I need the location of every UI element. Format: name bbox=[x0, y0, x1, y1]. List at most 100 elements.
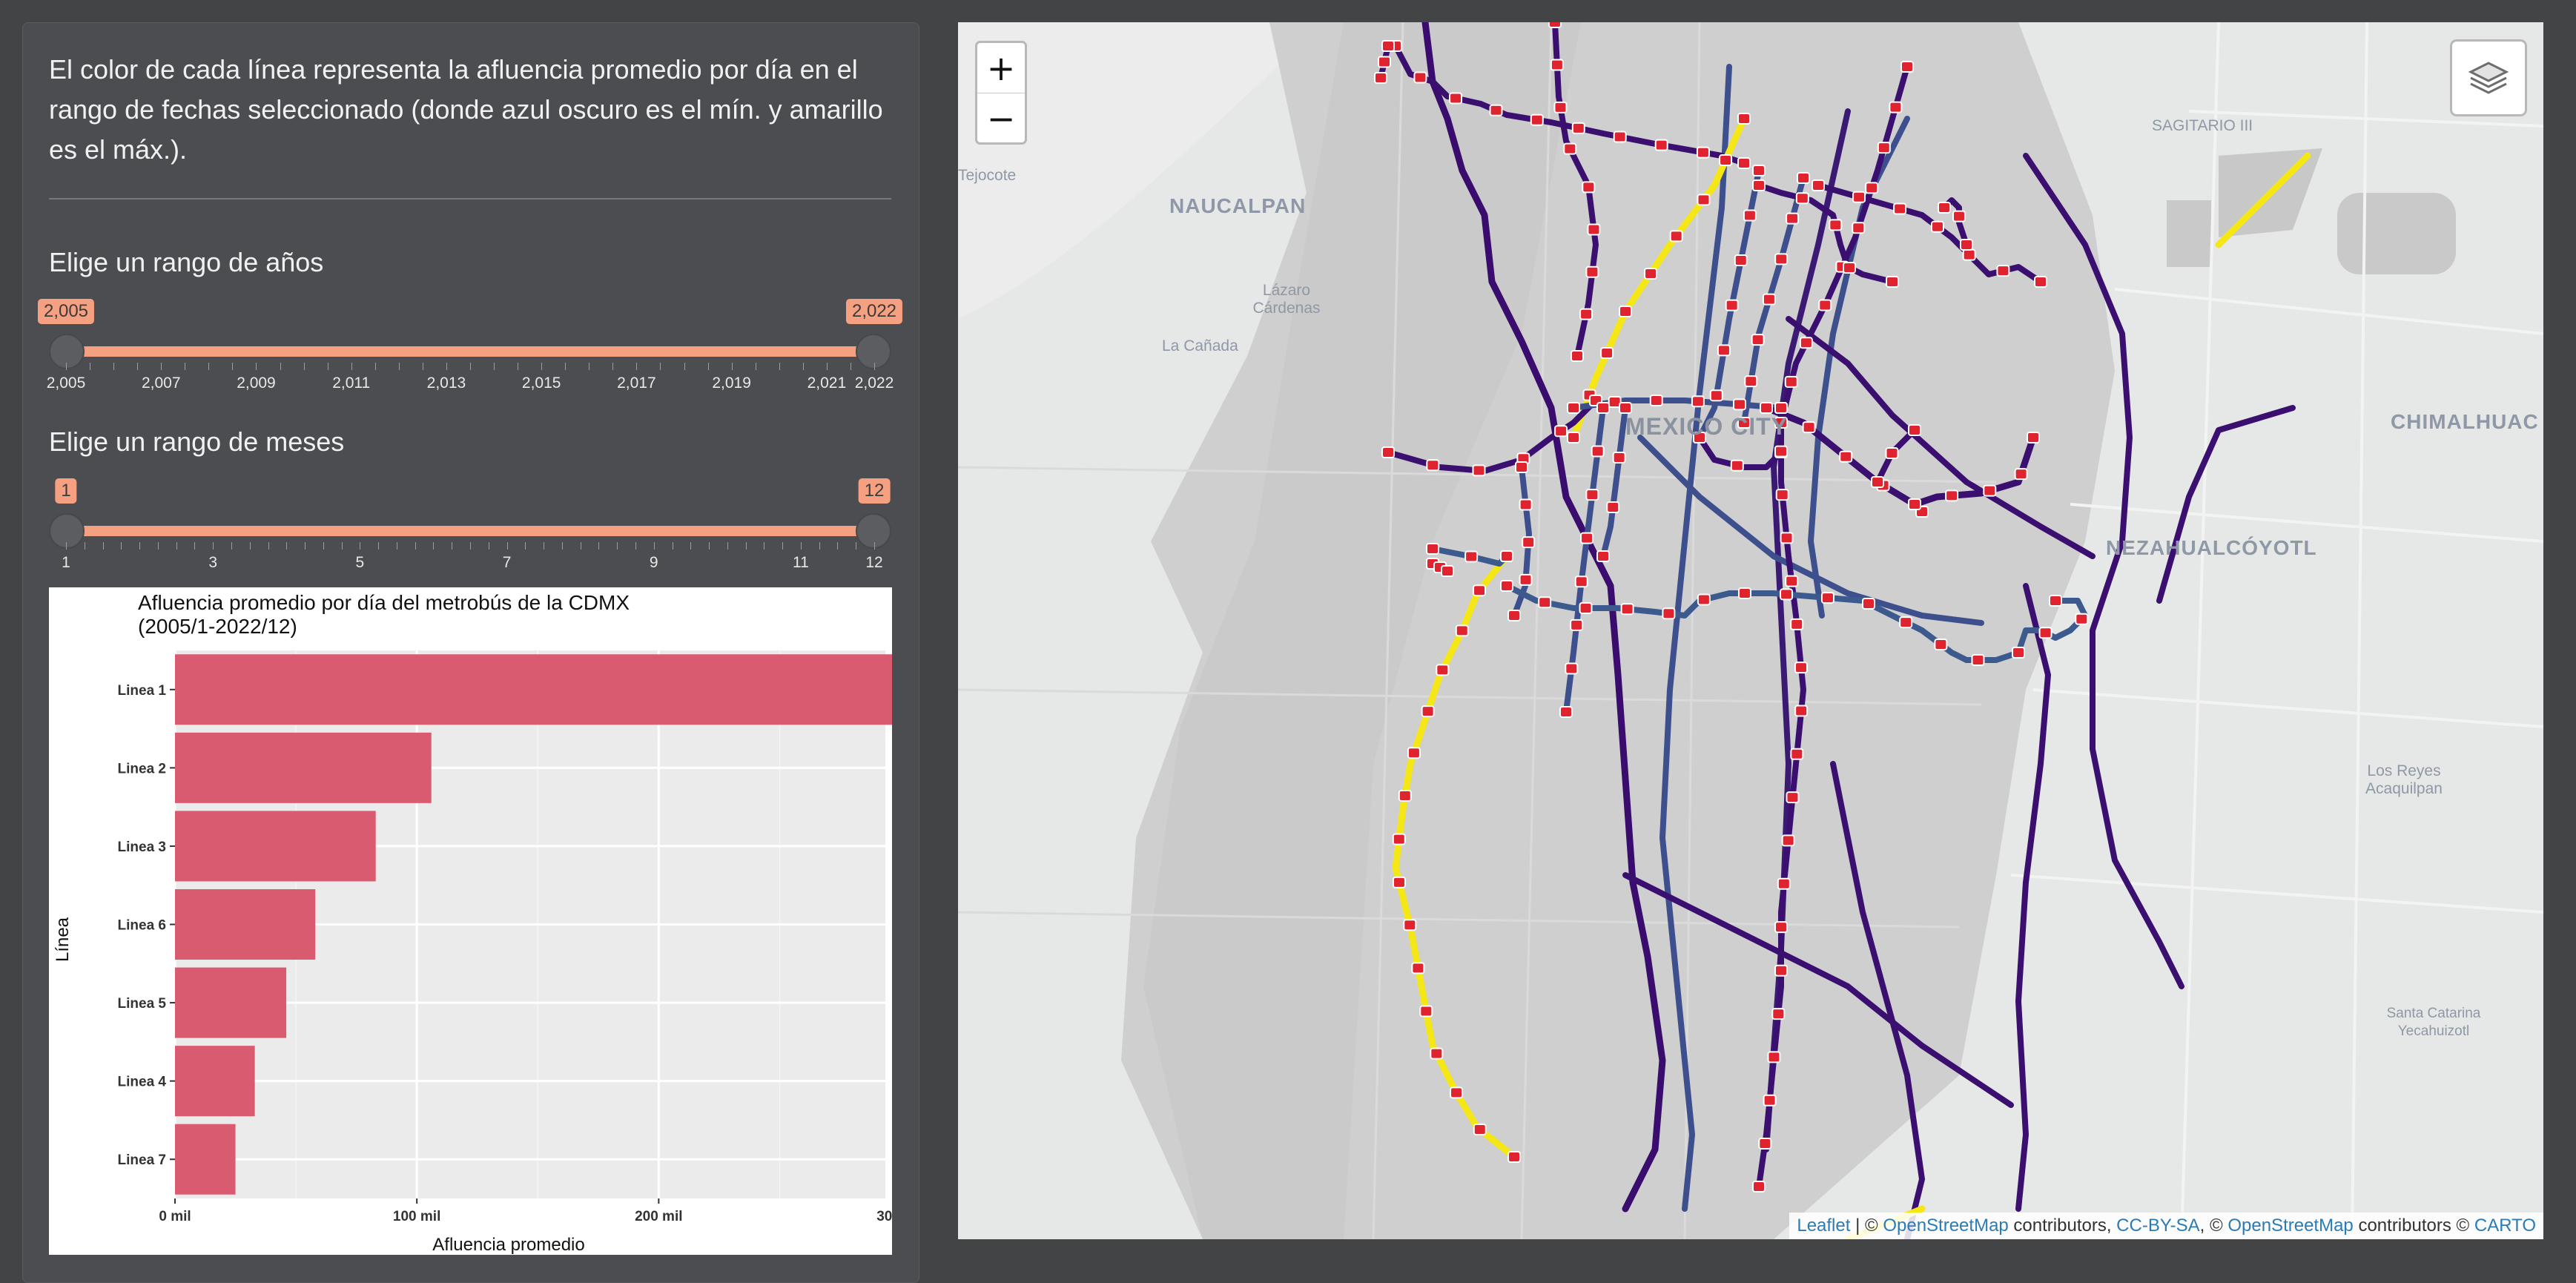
bus-stop-marker[interactable] bbox=[2038, 627, 2052, 639]
bus-stop-marker[interactable] bbox=[1530, 113, 1544, 126]
bus-stop-marker[interactable] bbox=[1983, 484, 1997, 497]
bus-stop-marker[interactable] bbox=[1737, 587, 1751, 599]
bus-stop-marker[interactable] bbox=[1934, 639, 1948, 651]
bus-stop-marker[interactable] bbox=[1570, 619, 1584, 631]
bus-stop-marker[interactable] bbox=[1781, 834, 1795, 847]
bus-stop-marker[interactable] bbox=[1519, 498, 1533, 511]
bus-stop-marker[interactable] bbox=[1725, 299, 1739, 311]
bus-stop-marker[interactable] bbox=[1600, 347, 1614, 360]
bus-stop-marker[interactable] bbox=[1734, 254, 1748, 267]
bus-stop-marker[interactable] bbox=[1752, 165, 1766, 177]
bus-stop-marker[interactable] bbox=[1619, 402, 1632, 414]
bus-stop-marker[interactable] bbox=[1774, 253, 1789, 265]
bus-stop-marker[interactable] bbox=[1852, 191, 1866, 203]
bus-stop-marker[interactable] bbox=[1596, 550, 1610, 562]
bus-stop-marker[interactable] bbox=[1381, 446, 1395, 458]
bus-stop-marker[interactable] bbox=[1567, 402, 1580, 414]
bus-stop-marker[interactable] bbox=[1472, 464, 1486, 477]
bus-stop-marker[interactable] bbox=[1962, 248, 1976, 261]
bus-stop-marker[interactable] bbox=[1644, 267, 1658, 280]
bus-stop-marker[interactable] bbox=[1709, 389, 1723, 402]
bus-stop-marker[interactable] bbox=[1771, 1008, 1786, 1020]
carto-link[interactable]: CARTO bbox=[2474, 1216, 2536, 1236]
bus-stop-marker[interactable] bbox=[1797, 172, 1810, 184]
bus-stop-marker[interactable] bbox=[1606, 501, 1620, 513]
bus-stop-marker[interactable] bbox=[1795, 192, 1809, 205]
osm-link[interactable]: OpenStreetMap bbox=[1883, 1216, 2008, 1236]
bus-stop-marker[interactable] bbox=[1579, 602, 1593, 614]
bus-stop-marker[interactable] bbox=[1818, 299, 1832, 311]
bus-stop-marker[interactable] bbox=[1762, 293, 1776, 306]
layers-button[interactable] bbox=[2450, 39, 2527, 116]
bus-stop-marker[interactable] bbox=[1455, 624, 1469, 637]
bus-stop-marker[interactable] bbox=[1908, 424, 1921, 436]
bus-stop-marker[interactable] bbox=[1790, 618, 1804, 630]
bus-stop-marker[interactable] bbox=[1794, 705, 1809, 717]
bus-stop-marker[interactable] bbox=[1500, 580, 1513, 592]
bus-stop-marker[interactable] bbox=[1441, 565, 1454, 577]
zoom-out-button[interactable]: − bbox=[977, 93, 1025, 143]
bus-stop-marker[interactable] bbox=[1877, 142, 1891, 154]
year-from-handle[interactable] bbox=[49, 334, 85, 369]
bus-stop-marker[interactable] bbox=[1786, 791, 1800, 804]
bus-stop-marker[interactable] bbox=[1403, 919, 1417, 931]
bus-stop-marker[interactable] bbox=[1398, 789, 1412, 802]
year-range-slider[interactable]: 2,005 2,022 2,005 2,007 2,009 2,011 2,013 2,0… bbox=[37, 291, 903, 395]
bus-stop-marker[interactable] bbox=[1654, 139, 1668, 151]
bus-stop-marker[interactable] bbox=[1696, 146, 1710, 159]
bus-stop-marker[interactable] bbox=[1730, 459, 1744, 472]
bus-stop-marker[interactable] bbox=[1893, 202, 1907, 215]
bus-stop-marker[interactable] bbox=[1574, 575, 1588, 588]
bus-stop-marker[interactable] bbox=[1392, 833, 1406, 845]
bus-stop-marker[interactable] bbox=[1411, 962, 1425, 974]
bus-stop-marker[interactable] bbox=[1613, 131, 1627, 143]
bus-stop-marker[interactable] bbox=[1996, 265, 2010, 277]
bus-stop-marker[interactable] bbox=[1767, 1051, 1781, 1063]
bus-stop-marker[interactable] bbox=[1473, 584, 1487, 597]
bus-stop-marker[interactable] bbox=[1489, 104, 1503, 116]
bus-stop-marker[interactable] bbox=[1843, 262, 1857, 274]
zoom-in-button[interactable]: + bbox=[977, 43, 1025, 93]
bus-stop-marker[interactable] bbox=[1619, 305, 1633, 317]
bus-stop-marker[interactable] bbox=[1449, 92, 1463, 105]
bus-stop-marker[interactable] bbox=[1780, 532, 1794, 544]
bus-stop-marker[interactable] bbox=[1743, 209, 1757, 222]
bus-stop-marker[interactable] bbox=[1777, 877, 1791, 890]
bus-stop-marker[interactable] bbox=[1567, 432, 1580, 443]
bus-stop-marker[interactable] bbox=[1784, 375, 1798, 388]
bus-stop-marker[interactable] bbox=[1737, 157, 1751, 169]
bus-stop-marker[interactable] bbox=[1571, 350, 1584, 362]
bus-stop-marker[interactable] bbox=[1763, 1094, 1777, 1106]
bus-stop-marker[interactable] bbox=[2012, 647, 2025, 659]
bus-stop-marker[interactable] bbox=[1378, 56, 1391, 68]
bus-stop-marker[interactable] bbox=[1519, 573, 1533, 586]
bus-stop-marker[interactable] bbox=[2075, 613, 2089, 625]
bus-stop-marker[interactable] bbox=[1565, 662, 1579, 675]
bus-stop-marker[interactable] bbox=[1522, 536, 1536, 549]
bus-stop-marker[interactable] bbox=[1419, 1005, 1433, 1018]
bus-stop-marker[interactable] bbox=[1780, 588, 1794, 601]
map-view[interactable]: NAUCALPAN MEXICO CITY NEZAHUALCÓYOTL CHI… bbox=[958, 22, 2543, 1239]
bus-stop-marker[interactable] bbox=[1752, 1181, 1766, 1193]
bus-stop-marker[interactable] bbox=[1553, 101, 1568, 113]
bus-stop-marker[interactable] bbox=[1691, 395, 1705, 408]
bus-stop-marker[interactable] bbox=[1697, 194, 1711, 206]
bus-stop-marker[interactable] bbox=[1426, 459, 1440, 472]
bus-stop-marker[interactable] bbox=[1507, 610, 1521, 621]
bus-stop-marker[interactable] bbox=[1865, 182, 1879, 194]
bus-stop-marker[interactable] bbox=[1774, 402, 1788, 414]
bus-stop-marker[interactable] bbox=[2034, 276, 2047, 288]
bus-stop-marker[interactable] bbox=[1580, 532, 1594, 544]
bus-stop-marker[interactable] bbox=[2027, 432, 2040, 443]
bus-stop-marker[interactable] bbox=[1899, 616, 1913, 629]
bus-stop-marker[interactable] bbox=[1563, 142, 1577, 155]
bus-stop-marker[interactable] bbox=[1381, 40, 1395, 52]
bus-stop-marker[interactable] bbox=[1550, 59, 1564, 71]
bus-stop-marker[interactable] bbox=[1587, 223, 1601, 236]
bus-stop-marker[interactable] bbox=[1538, 596, 1552, 609]
bus-stop-marker[interactable] bbox=[1591, 445, 1605, 458]
osm-link-2[interactable]: OpenStreetMap bbox=[2227, 1216, 2353, 1236]
bus-stop-marker[interactable] bbox=[1760, 402, 1773, 414]
bus-stop-marker[interactable] bbox=[1952, 210, 1966, 222]
bus-stop-marker[interactable] bbox=[1697, 593, 1711, 606]
